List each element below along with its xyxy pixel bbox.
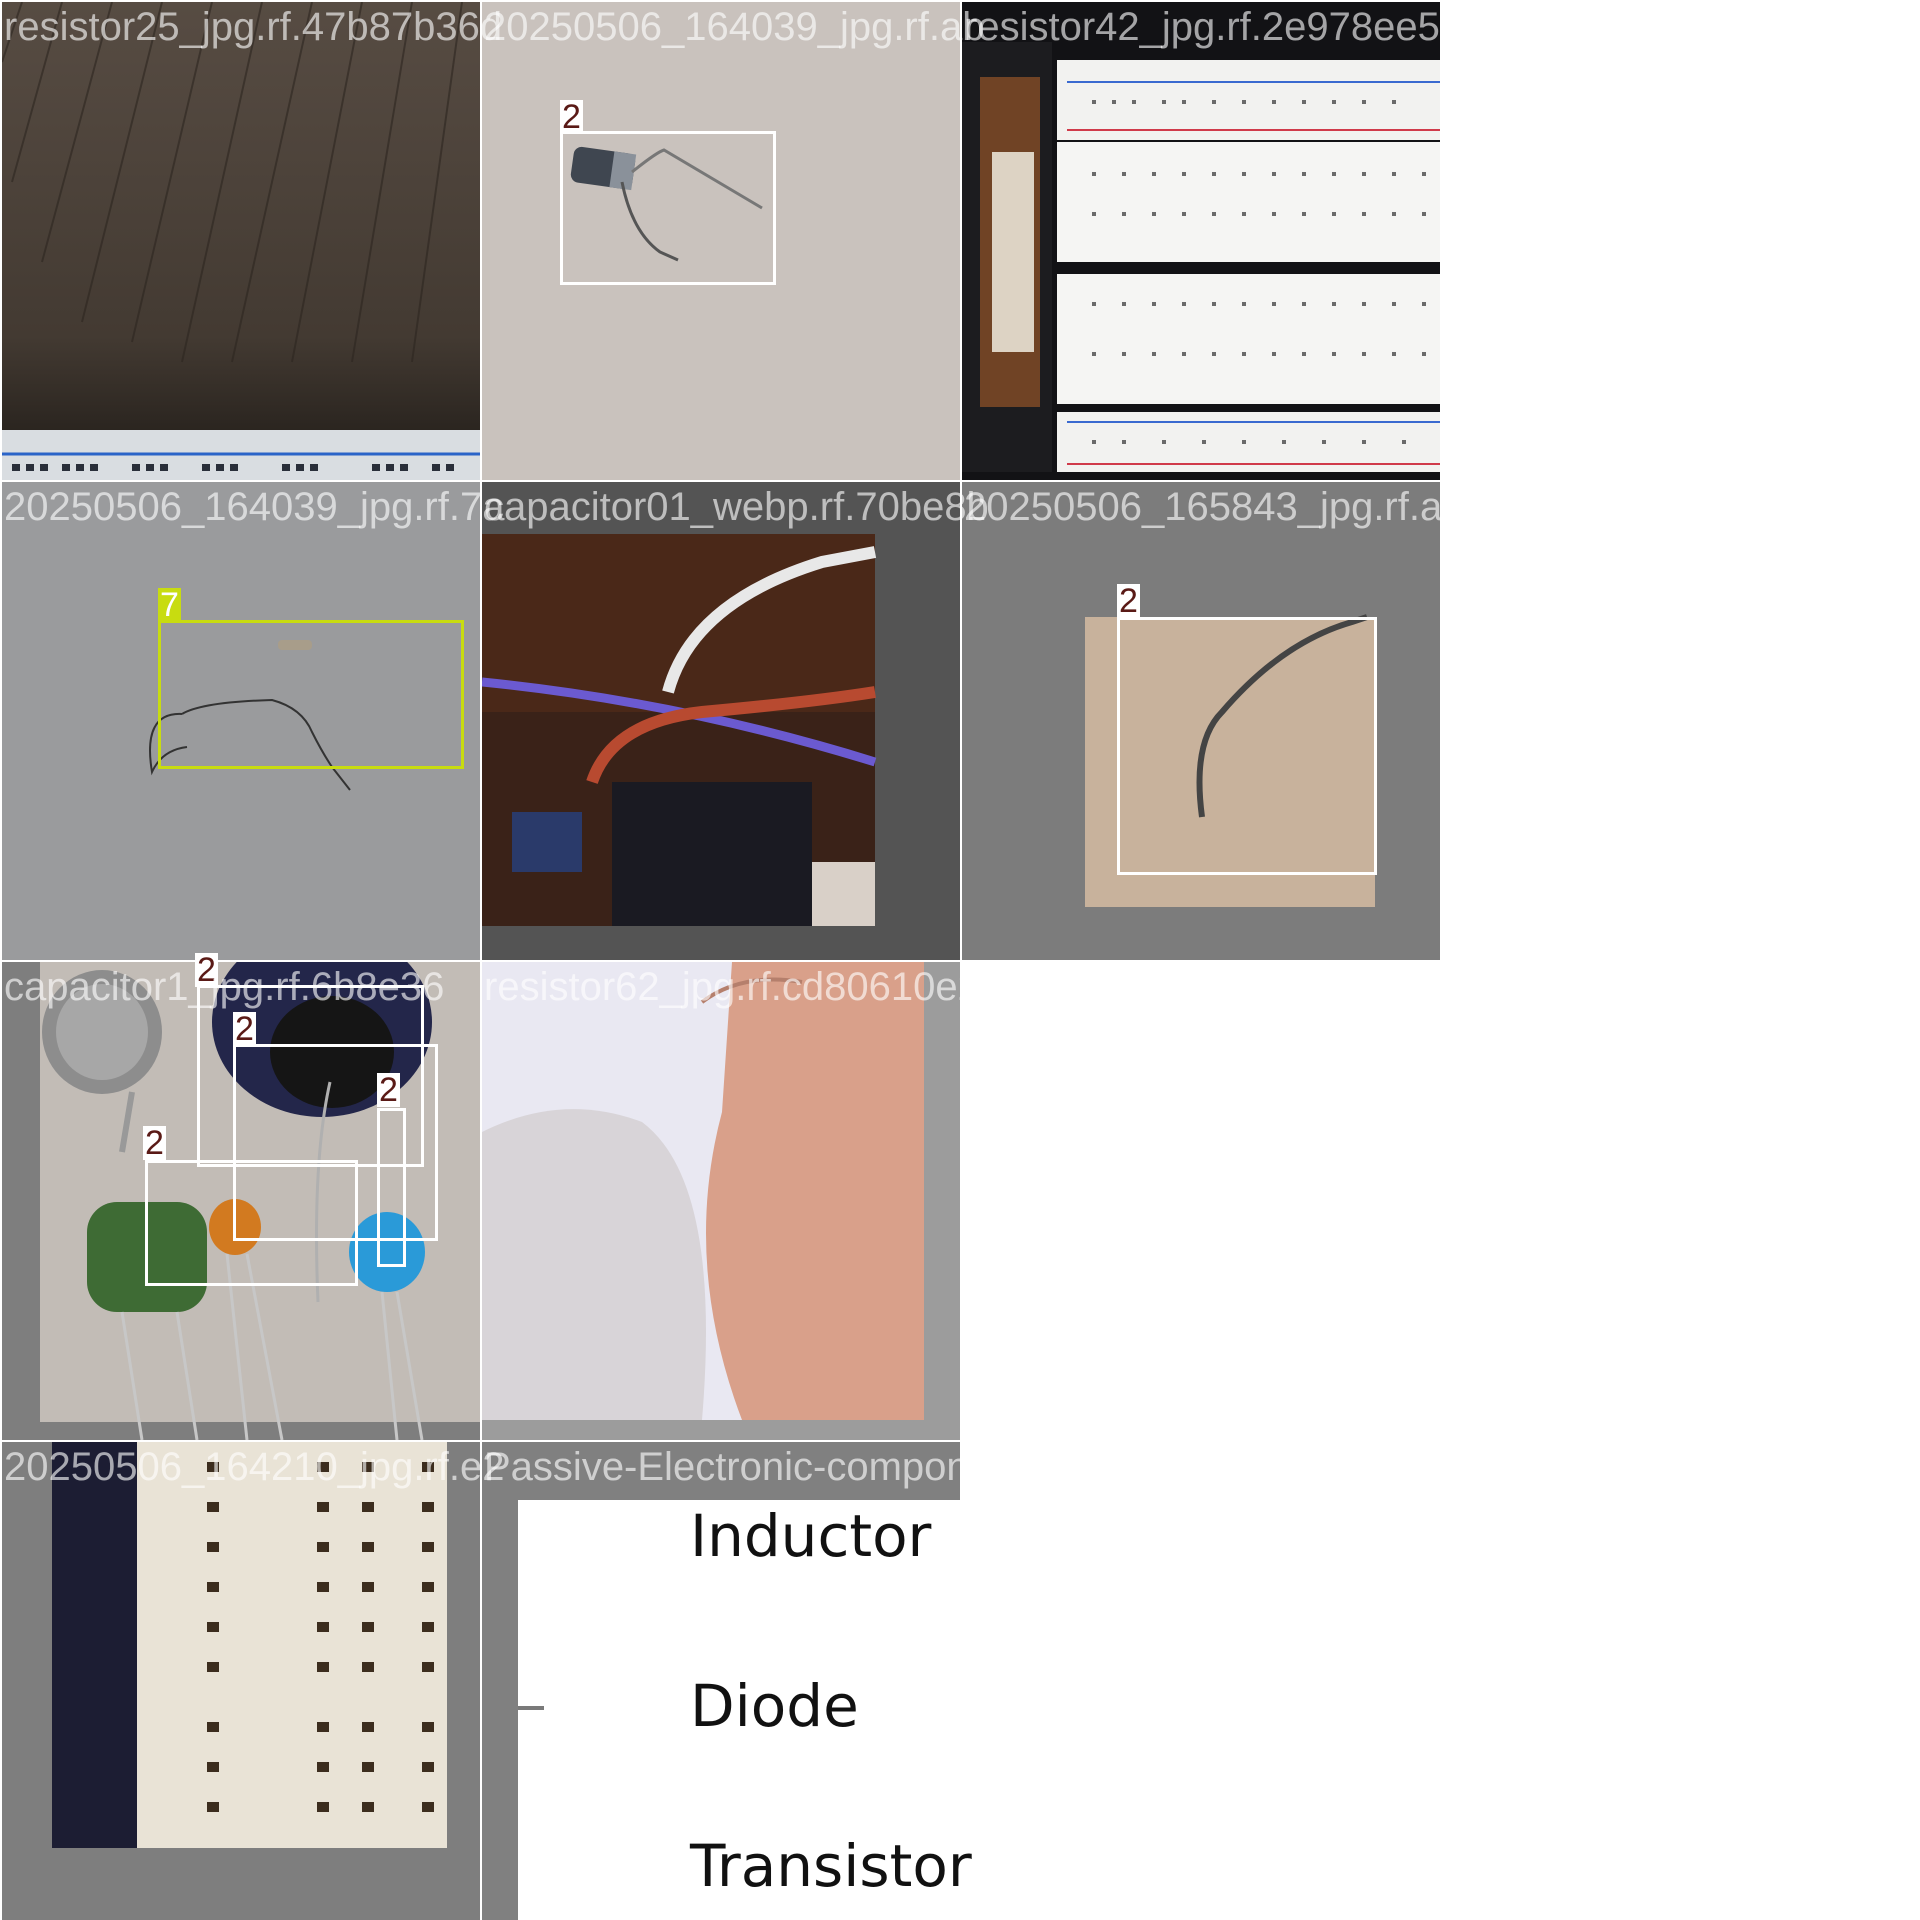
doc-text-inductor: Inductor <box>690 1502 932 1570</box>
tile-capacitor01 <box>482 482 960 960</box>
wires-photo <box>482 482 960 960</box>
tile-20250506-164210 <box>2 1442 480 1920</box>
class-tag: 7 <box>158 586 181 624</box>
class-tag: 2 <box>1117 582 1140 620</box>
doc-text-diode: Diode <box>690 1672 859 1740</box>
bounding-box <box>560 131 776 285</box>
tile-resistor62 <box>482 962 960 1440</box>
class-tag: 2 <box>143 1124 166 1162</box>
tile-filename: 20250506_164210_jpg.rf.e2 <box>4 1445 505 1489</box>
bounding-box <box>145 1160 358 1286</box>
class-tag: 2 <box>233 1010 256 1048</box>
wood-photo <box>2 2 480 480</box>
tile-filename: resistor25_jpg.rf.47b87b36d <box>4 5 503 49</box>
tile-filename: Passive-Electronic-components-2024_png.r <box>484 1445 1260 1489</box>
tile-filename: resistor42_jpg.rf.2e978ee5d9b872877f02a1… <box>964 5 1763 49</box>
tile-resistor25 <box>2 2 480 480</box>
tile-filename: resistor62_jpg.rf.cd80610e218d576cdc3c3f <box>484 965 1252 1009</box>
bounding-box <box>1117 617 1377 875</box>
tile-filename: 20250506_164039_jpg.rf.ab <box>484 5 985 49</box>
tile-filename: 20250506_164039_jpg.rf.7a <box>4 485 505 529</box>
bounding-box <box>158 620 464 769</box>
breadboard-photo <box>962 2 1440 480</box>
breadboard-closeup-photo <box>2 1442 480 1920</box>
class-tag: 2 <box>377 1071 400 1109</box>
tile-filename: capacitor01_webp.rf.70be8b <box>484 485 989 529</box>
tile-passive-electronic-components: Inductor Diode Transistor <box>482 1442 972 1920</box>
doc-text-transistor: Transistor <box>690 1832 972 1900</box>
bounding-box <box>377 1108 406 1267</box>
tile-filename: 20250506_165843_jpg.rf.a4e2d5e4b7273a4e1 <box>964 485 1799 529</box>
tile-resistor42 <box>962 2 1440 480</box>
hand-photo <box>482 962 960 1440</box>
class-tag: 2 <box>560 98 583 136</box>
tile-filename: capacitor1_jpg.rf.6b8e36 <box>4 965 445 1009</box>
